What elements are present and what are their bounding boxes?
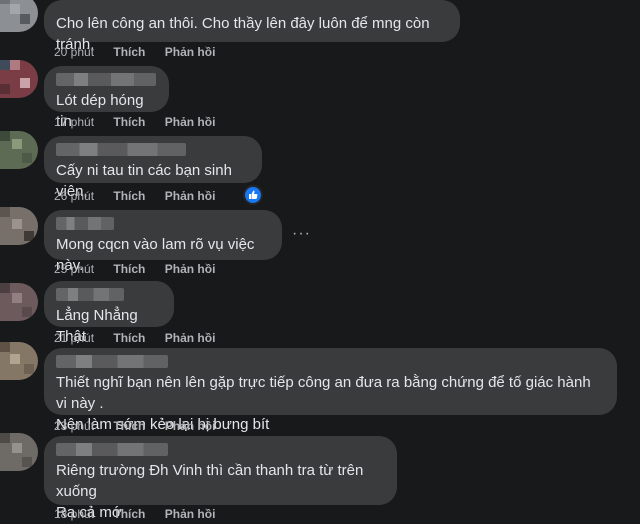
comment-actions: 25 phút Thích Phản hồi (54, 262, 231, 276)
comment-actions: 21 phút Thích Phản hồi (54, 331, 231, 345)
like-button[interactable]: Thích (113, 419, 145, 433)
avatar[interactable] (0, 207, 38, 245)
comment-bubble: Lẳng Nhẳng Thật (44, 281, 174, 345)
comment-actions: 20 phút Thích Phản hồi (54, 45, 231, 59)
like-button[interactable]: Thích (113, 507, 145, 521)
like-button[interactable]: Thích (113, 115, 145, 129)
author-name[interactable] (56, 355, 168, 368)
comment-time[interactable]: 17 phút (54, 115, 94, 129)
reply-button[interactable]: Phản hồi (165, 507, 216, 521)
author-name[interactable] (56, 288, 124, 301)
comment-bubble: Lót dép hóng tin (44, 66, 169, 130)
reply-button[interactable]: Phản hồi (165, 331, 216, 345)
author-name[interactable] (56, 217, 114, 230)
comment-bubble: Riêng trường Đh Vinh thì cần thanh tra t… (44, 436, 397, 521)
comment-time[interactable]: 20 phút (54, 45, 94, 59)
comment-time[interactable]: 25 phút (54, 262, 94, 276)
reply-button[interactable]: Phản hồi (165, 419, 216, 433)
author-name[interactable] (56, 143, 186, 156)
comment-time[interactable]: 23 phút (54, 419, 94, 433)
more-options-icon[interactable]: ··· (292, 225, 311, 243)
author-name[interactable] (56, 443, 168, 456)
avatar[interactable] (0, 60, 38, 98)
comment-actions: 23 phút Thích Phản hồi (54, 419, 231, 433)
like-button[interactable]: Thích (113, 45, 145, 59)
comment-actions: 17 phút Thích Phản hồi (54, 115, 231, 129)
comment-time[interactable]: 26 phút (54, 189, 94, 203)
avatar[interactable] (0, 433, 38, 471)
comment-time[interactable]: 18 phút (54, 507, 94, 521)
comment-time[interactable]: 21 phút (54, 331, 94, 345)
comment-bubble: Mong cqcn vào lam rõ vụ việc này. (44, 210, 282, 274)
like-button[interactable]: Thích (113, 189, 145, 203)
like-button[interactable]: Thích (113, 262, 145, 276)
reply-button[interactable]: Phản hồi (165, 115, 216, 129)
avatar[interactable] (0, 283, 38, 321)
comment-bubble: Thiết nghĩ bạn nên lên gặp trực tiếp côn… (44, 348, 617, 433)
comment-actions: 26 phút Thích Phản hồi (54, 189, 231, 203)
like-button[interactable]: Thích (113, 331, 145, 345)
reply-button[interactable]: Phản hồi (165, 262, 216, 276)
author-name[interactable] (56, 73, 156, 86)
avatar[interactable] (0, 342, 38, 380)
reply-button[interactable]: Phản hồi (165, 45, 216, 59)
comment-actions: 18 phút Thích Phản hồi (54, 507, 231, 521)
like-reaction-icon[interactable] (243, 185, 263, 205)
avatar[interactable] (0, 131, 38, 169)
reply-button[interactable]: Phản hồi (165, 189, 216, 203)
avatar[interactable] (0, 0, 38, 32)
comment-bubble: Cho lên công an thôi. Cho thầy lên đây l… (44, 0, 460, 53)
comment-bubble: Cấy ni tau tin các bạn sinh viên, (44, 136, 262, 200)
